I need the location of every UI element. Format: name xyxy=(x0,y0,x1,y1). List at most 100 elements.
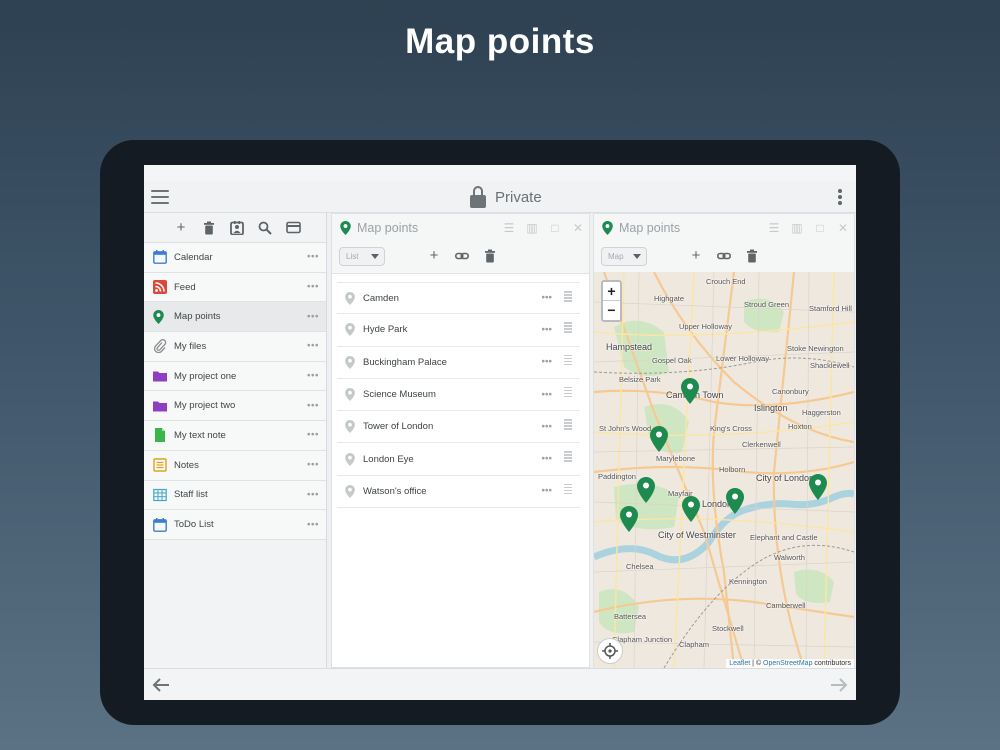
sidebar-item-map-points[interactable]: Map points ••• xyxy=(144,302,326,333)
attribution-separator: | © xyxy=(750,660,764,667)
link-icon[interactable] xyxy=(717,249,731,263)
map-view-icon[interactable]: ▥ xyxy=(790,221,804,235)
list-view-icon[interactable]: ☰ xyxy=(502,221,516,235)
item-more-icon[interactable]: ••• xyxy=(541,293,552,304)
map-label: Shacklewell xyxy=(810,361,850,370)
map-label: Stamford Hill xyxy=(809,304,852,313)
drag-handle-icon[interactable] xyxy=(564,386,572,401)
sidebar-item-todo-list[interactable]: ToDo List ••• xyxy=(144,510,326,540)
location-pin-icon xyxy=(345,323,355,337)
location-pin-icon xyxy=(345,420,355,434)
map-marker-tower-of-london[interactable] xyxy=(809,474,827,500)
item-more-icon[interactable]: ••• xyxy=(307,519,319,530)
map-marker-camden[interactable] xyxy=(681,378,699,404)
item-more-icon[interactable]: ••• xyxy=(541,389,552,400)
item-more-icon[interactable]: ••• xyxy=(541,324,552,335)
map-marker-london-eye[interactable] xyxy=(682,496,700,522)
trash-icon[interactable] xyxy=(202,221,216,235)
contact-card-icon[interactable] xyxy=(230,220,244,235)
sidebar-item-calendar[interactable]: Calendar ••• xyxy=(144,243,326,273)
list-item-label: Watson's office xyxy=(363,485,427,497)
item-more-icon[interactable]: ••• xyxy=(307,460,319,471)
vault-title[interactable]: Private xyxy=(470,184,542,210)
item-more-icon[interactable]: ••• xyxy=(307,400,319,411)
list-item-label: Tower of London xyxy=(363,421,434,433)
add-icon[interactable]: + xyxy=(689,248,703,263)
close-icon[interactable]: ✕ xyxy=(571,221,585,235)
list-item[interactable]: Camden ••• xyxy=(337,282,580,315)
locate-button[interactable] xyxy=(597,638,623,664)
map-label: Camberwell xyxy=(766,601,806,610)
add-icon[interactable]: + xyxy=(427,248,441,263)
item-more-icon[interactable]: ••• xyxy=(541,421,552,432)
add-icon[interactable]: + xyxy=(174,220,188,235)
zoom-in-button[interactable]: + xyxy=(603,282,620,301)
sidebar-item-my-text-note[interactable]: My text note ••• xyxy=(144,421,326,451)
map-label: Lower Holloway xyxy=(716,354,769,363)
item-more-icon[interactable]: ••• xyxy=(307,489,319,500)
drag-handle-icon[interactable] xyxy=(564,483,572,498)
sidebar-item-feed[interactable]: Feed ••• xyxy=(144,272,326,303)
back-arrow-icon[interactable] xyxy=(152,677,170,693)
drag-handle-icon[interactable] xyxy=(564,322,572,336)
drag-handle-icon[interactable] xyxy=(564,291,572,305)
leaflet-link[interactable]: Leaflet xyxy=(729,660,750,667)
trash-icon[interactable] xyxy=(483,249,497,263)
map-label: Canonbury xyxy=(772,387,809,396)
location-pin-icon xyxy=(345,452,355,466)
menu-icon[interactable] xyxy=(151,190,169,204)
folder-icon xyxy=(153,399,167,413)
list-item[interactable]: Watson's office ••• xyxy=(337,476,580,509)
forward-arrow-icon[interactable] xyxy=(830,677,848,693)
map-label: Belsize Park xyxy=(619,375,661,384)
item-more-icon[interactable]: ••• xyxy=(541,357,552,368)
item-more-icon[interactable]: ••• xyxy=(307,282,319,293)
view-select[interactable]: Map xyxy=(601,247,647,266)
list-item[interactable]: Science Museum ••• xyxy=(337,379,580,412)
map-marker-watsons-office[interactable] xyxy=(726,488,744,514)
sidebar-item-label: Calendar xyxy=(174,251,213,263)
list-item[interactable]: Hyde Park ••• xyxy=(337,314,580,347)
list-item[interactable]: London Eye ••• xyxy=(337,443,580,476)
sidebar: + Calendar ••• Feed ••• Map points ••• My file… xyxy=(144,213,327,668)
zoom-out-button[interactable]: − xyxy=(603,301,620,320)
item-more-icon[interactable]: ••• xyxy=(307,252,319,263)
map-pin-icon xyxy=(153,309,167,324)
sidebar-item-label: Feed xyxy=(174,281,196,293)
list-panel-header: Map points ☰ ▥ □ ✕ xyxy=(332,214,589,242)
map-marker-hyde-park[interactable] xyxy=(650,426,668,452)
map-marker-science-museum[interactable] xyxy=(620,506,638,532)
card-icon[interactable] xyxy=(286,221,301,235)
list-item[interactable]: Tower of London ••• xyxy=(337,411,580,444)
app-screen: Private + Calendar ••• Feed ••• Map points ••… xyxy=(144,165,856,700)
view-select[interactable]: List xyxy=(339,247,385,266)
item-more-icon[interactable]: ••• xyxy=(307,371,319,382)
drag-handle-icon[interactable] xyxy=(564,451,572,465)
sidebar-item-my-project-one[interactable]: My project one ••• xyxy=(144,361,326,392)
item-more-icon[interactable]: ••• xyxy=(307,430,319,441)
list-item-label: Science Museum xyxy=(363,389,436,401)
map-view-icon[interactable]: ▥ xyxy=(525,221,539,235)
maximize-icon[interactable]: □ xyxy=(548,221,562,235)
drag-handle-icon[interactable] xyxy=(564,354,572,369)
map-view[interactable]: Crouch End Stroud Green Stamford Hill Hi… xyxy=(594,272,854,668)
drag-handle-icon[interactable] xyxy=(564,419,572,433)
trash-icon[interactable] xyxy=(745,249,759,263)
sidebar-item-staff-list[interactable]: Staff list ••• xyxy=(144,480,326,511)
sidebar-item-my-files[interactable]: My files ••• xyxy=(144,332,326,362)
item-more-icon[interactable]: ••• xyxy=(307,311,319,322)
search-icon[interactable] xyxy=(258,221,272,235)
close-icon[interactable]: ✕ xyxy=(836,221,850,235)
more-options-icon[interactable] xyxy=(838,189,842,205)
sidebar-item-my-project-two[interactable]: My project two ••• xyxy=(144,391,326,422)
item-more-icon[interactable]: ••• xyxy=(541,486,552,497)
item-more-icon[interactable]: ••• xyxy=(541,454,552,465)
sidebar-item-notes[interactable]: Notes ••• xyxy=(144,450,326,481)
list-view-icon[interactable]: ☰ xyxy=(767,221,781,235)
link-icon[interactable] xyxy=(455,249,469,263)
maximize-icon[interactable]: □ xyxy=(813,221,827,235)
list-item[interactable]: Buckingham Palace ••• xyxy=(337,347,580,379)
map-marker-buckingham-palace[interactable] xyxy=(637,477,655,503)
item-more-icon[interactable]: ••• xyxy=(307,341,319,352)
openstreetmap-link[interactable]: OpenStreetMap xyxy=(763,660,812,667)
